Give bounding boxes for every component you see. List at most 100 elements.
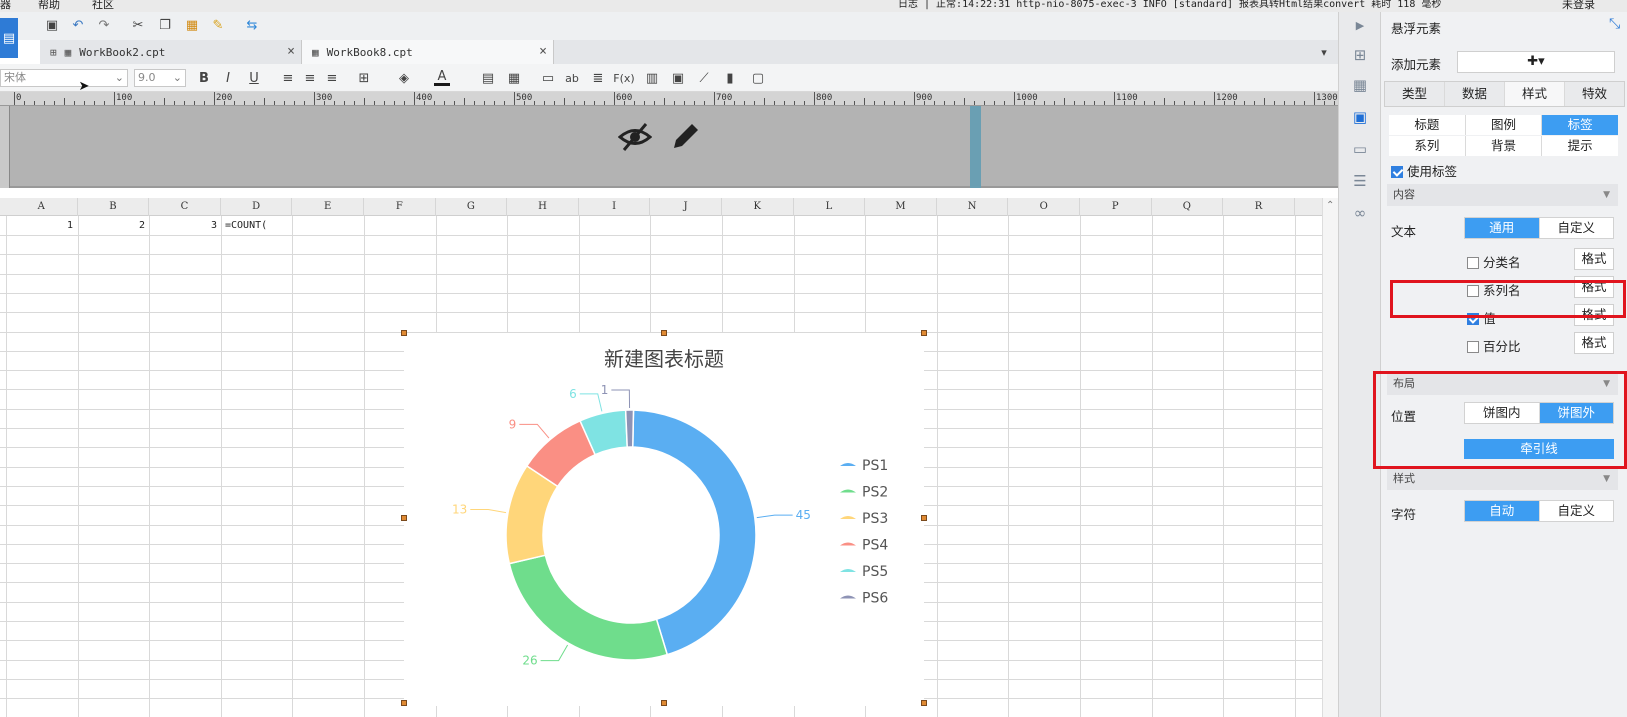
resize-handle[interactable] xyxy=(921,515,927,521)
sub-tab-tooltip[interactable]: 提示 xyxy=(1542,136,1618,156)
cell-d1[interactable]: =COUNT( xyxy=(223,217,293,236)
copy-icon[interactable]: ❐ xyxy=(157,17,173,33)
resize-handle[interactable] xyxy=(921,330,927,336)
slash-icon[interactable]: ⟋ xyxy=(696,70,712,86)
condition-attribute-icon[interactable]: ▭ xyxy=(1351,140,1369,158)
resize-handle[interactable] xyxy=(921,700,927,706)
widget-settings-icon[interactable]: ▦ xyxy=(1351,76,1369,94)
list-icon[interactable]: ☰ xyxy=(1351,172,1369,190)
column-header-d[interactable]: D xyxy=(221,198,293,216)
column-header-k[interactable]: K xyxy=(722,198,794,216)
vertical-scrollbar[interactable]: ⌃ xyxy=(1322,198,1338,717)
insert-image-icon[interactable]: ▣ xyxy=(670,70,686,86)
column-header-a[interactable]: A xyxy=(6,198,78,216)
column-header-n[interactable]: N xyxy=(937,198,1009,216)
add-element-button[interactable]: ✚▾ xyxy=(1457,51,1615,73)
cell-b1[interactable]: 2 xyxy=(78,217,148,236)
resize-handle[interactable] xyxy=(401,700,407,706)
insert-row-icon[interactable]: ▭ xyxy=(540,70,556,86)
sub-tab-title[interactable]: 标题 xyxy=(1389,115,1466,135)
column-header-q[interactable]: Q xyxy=(1152,198,1224,216)
check-percentage[interactable]: 百分比 xyxy=(1467,336,1521,355)
pie-slice-ps2[interactable] xyxy=(508,554,669,661)
resize-handle[interactable] xyxy=(661,700,667,706)
column-header-c[interactable]: C xyxy=(149,198,221,216)
column-header-p[interactable]: P xyxy=(1080,198,1152,216)
font-color-icon[interactable]: A xyxy=(434,69,450,86)
login-link[interactable]: 未登录 xyxy=(1562,0,1595,10)
sub-tab-background[interactable]: 背景 xyxy=(1466,136,1543,156)
use-label-checkbox[interactable]: 使用标签 xyxy=(1391,161,1457,180)
redo-icon[interactable]: ↷ xyxy=(96,17,112,33)
format-button[interactable]: 格式 xyxy=(1574,332,1614,354)
cut-icon[interactable]: ✂ xyxy=(130,17,146,33)
option-auto[interactable]: 自动 xyxy=(1465,501,1540,521)
format-painter-icon[interactable]: ✎ xyxy=(210,17,226,33)
wrap-text-icon[interactable]: ≣ xyxy=(590,70,606,86)
tab-menu-icon[interactable]: ▾ xyxy=(1316,44,1332,60)
resize-handle[interactable] xyxy=(661,330,667,336)
insert-chart-icon[interactable]: ▥ xyxy=(644,70,660,86)
check-category-name[interactable]: 分类名 xyxy=(1467,252,1521,271)
pie-slice-ps6[interactable] xyxy=(624,409,635,448)
merge-cells-icon[interactable]: ▤ xyxy=(480,70,496,86)
font-name-select[interactable]: 宋体 ⌄ xyxy=(0,69,128,87)
sub-tab-series[interactable]: 系列 xyxy=(1389,136,1466,156)
save-icon[interactable]: ▣ xyxy=(44,17,60,33)
border-icon[interactable]: ⊞ xyxy=(356,70,372,86)
split-cells-icon[interactable]: ▦ xyxy=(506,70,522,86)
app-logo-icon[interactable]: ▤ xyxy=(0,18,18,58)
menu-item-help[interactable]: 帮助 xyxy=(38,0,60,10)
chart-float-element[interactable]: 新建图表标题 45 26 13 9 6 1 PS1 PS2 PS3 PS4 PS5 PS6 xyxy=(404,333,924,706)
column-header-e[interactable]: E xyxy=(292,198,364,216)
legend-item-ps3[interactable]: PS3 xyxy=(862,511,888,527)
sub-report-icon[interactable]: ▮ xyxy=(722,70,738,86)
column-header-h[interactable]: H xyxy=(507,198,579,216)
close-icon[interactable]: × xyxy=(539,44,547,59)
pie-slice-ps1[interactable] xyxy=(631,409,757,656)
cell-c1[interactable]: 3 xyxy=(150,217,220,236)
column-header-i[interactable]: I xyxy=(579,198,651,216)
tab-workbook8[interactable]: ▦ WorkBook8.cpt × xyxy=(302,40,554,64)
close-icon[interactable]: × xyxy=(287,44,295,59)
column-header-g[interactable]: G xyxy=(436,198,508,216)
align-left-icon[interactable]: ≡ xyxy=(280,70,296,86)
tab-data[interactable]: 数据 xyxy=(1445,82,1505,106)
section-content[interactable]: 内容 ▼ xyxy=(1387,184,1618,206)
legend-item-ps2[interactable]: PS2 xyxy=(862,485,888,501)
legend-item-ps1[interactable]: PS1 xyxy=(862,458,888,474)
legend-item-ps5[interactable]: PS5 xyxy=(862,564,888,580)
font-size-select[interactable]: 9.0 ⌄ xyxy=(134,69,186,87)
column-header-j[interactable]: J xyxy=(650,198,722,216)
undo-icon[interactable]: ↶ xyxy=(70,17,86,33)
pencil-icon[interactable] xyxy=(670,120,702,152)
formula-icon[interactable]: F(x) xyxy=(613,70,634,86)
tab-type[interactable]: 类型 xyxy=(1385,82,1445,106)
resize-handle[interactable] xyxy=(401,330,407,336)
column-header-l[interactable]: L xyxy=(794,198,866,216)
sub-tab-legend[interactable]: 图例 xyxy=(1466,115,1543,135)
chevron-up-icon[interactable]: ⌃ xyxy=(1326,200,1334,211)
cell-a1[interactable]: 1 xyxy=(6,217,76,236)
switch-icon[interactable]: ⇆ xyxy=(244,17,260,33)
fill-color-icon[interactable]: ◈ xyxy=(396,70,412,86)
legend-item-ps6[interactable]: PS6 xyxy=(862,591,888,607)
tab-effect[interactable]: 特效 xyxy=(1565,82,1624,106)
tab-workbook2[interactable]: ⊞ ▦ WorkBook2.cpt × xyxy=(40,40,302,64)
column-header-m[interactable]: M xyxy=(865,198,937,216)
underline-icon[interactable]: U xyxy=(246,70,262,86)
column-header-f[interactable]: F xyxy=(364,198,436,216)
float-element-icon[interactable]: ▣ xyxy=(1351,108,1369,126)
option-custom[interactable]: 自定义 xyxy=(1540,501,1614,521)
hyperlink-icon[interactable]: ∞ xyxy=(1351,204,1369,222)
option-general[interactable]: 通用 xyxy=(1465,218,1540,238)
pin-icon[interactable]: ⤡ xyxy=(1609,16,1620,32)
column-header-r[interactable]: R xyxy=(1223,198,1295,216)
menu-item-server[interactable]: 器 xyxy=(0,0,11,10)
format-button[interactable]: 格式 xyxy=(1574,248,1614,270)
align-center-icon[interactable]: ≡ xyxy=(302,70,318,86)
text-icon[interactable]: ab xyxy=(564,70,580,86)
bold-icon[interactable]: B xyxy=(196,70,212,86)
column-header-b[interactable]: B xyxy=(78,198,150,216)
align-right-icon[interactable]: ≡ xyxy=(324,70,340,86)
